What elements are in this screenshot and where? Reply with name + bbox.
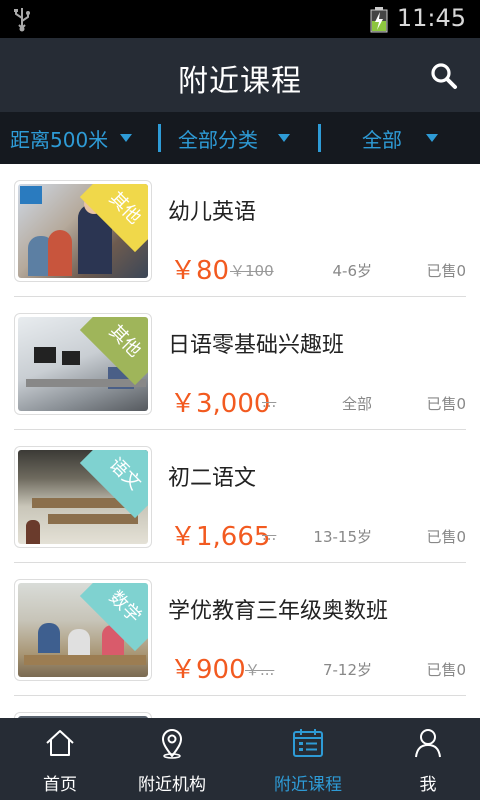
filter-all-dropdown[interactable]: 全部	[362, 112, 438, 164]
course-item[interactable]: 语文 初二语文 ￥1,665 ... 13-15岁 已售0	[0, 430, 480, 563]
battery-charging-icon	[370, 7, 388, 33]
tab-home[interactable]: 首页	[0, 718, 120, 800]
filter-distance-dropdown[interactable]: 距离500米	[10, 112, 133, 164]
filter-divider	[318, 124, 321, 152]
course-price: ￥900	[170, 655, 246, 685]
course-thumbnail: 语文	[14, 446, 152, 548]
sold-count: 已售0	[426, 661, 466, 679]
original-price: ￥100	[230, 262, 274, 280]
usb-icon	[14, 8, 30, 32]
tab-label: 附近机构	[138, 775, 206, 795]
course-thumbnail: 其他	[14, 313, 152, 415]
age-range: 13-15岁	[313, 528, 372, 546]
age-range: 4-6岁	[332, 262, 373, 280]
course-item[interactable]: 其他 日语零基础兴趣班 ￥3,000 ... 全部 已售0	[0, 297, 480, 430]
calendar-list-icon	[293, 729, 323, 757]
tab-nearby-courses[interactable]: 附近课程	[248, 718, 368, 800]
tab-label: 附近课程	[274, 775, 342, 795]
age-range: 7-12岁	[322, 661, 372, 679]
dropdown-arrow-icon	[278, 134, 290, 142]
search-icon[interactable]	[430, 62, 458, 90]
filter-category-dropdown[interactable]: 全部分类	[178, 112, 290, 164]
course-price: ￥3,000	[170, 389, 271, 419]
course-name: 日语零基础兴趣班	[168, 333, 345, 358]
course-name: 学优教育三年级奥数班	[168, 599, 389, 624]
filter-distance-label: 距离500米	[10, 127, 109, 152]
tab-label: 我	[419, 775, 437, 795]
dropdown-arrow-icon	[426, 134, 438, 142]
sold-count: 已售0	[426, 262, 466, 280]
location-pin-icon	[161, 729, 183, 759]
page-title: 附近课程	[178, 64, 302, 99]
tab-me[interactable]: 我	[368, 718, 480, 800]
course-thumbnail: 数学	[14, 579, 152, 681]
filter-all-label: 全部	[362, 127, 402, 152]
home-icon	[46, 730, 74, 756]
tab-label: 首页	[43, 775, 77, 795]
course-item[interactable]: 数学 学优教育三年级奥数班 ￥900 ￥... 7-12岁 已售0	[0, 563, 480, 696]
course-item[interactable]: 其他 幼儿英语 ￥80 ￥100 4-6岁 已售0	[0, 164, 480, 297]
course-name: 幼儿英语	[168, 200, 257, 225]
app-bar: 附近课程	[0, 38, 480, 112]
status-bar: 11:45	[0, 0, 480, 38]
course-item[interactable]	[0, 696, 480, 718]
filter-bar: 距离500米 全部分类 全部	[0, 112, 480, 164]
course-price: ￥80	[170, 256, 230, 286]
sold-count: 已售0	[426, 528, 466, 546]
course-price: ￥1,665	[170, 522, 271, 552]
bottom-tab-bar: 首页 附近机构 附近课程 我	[0, 718, 480, 800]
tab-nearby-institutions[interactable]: 附近机构	[112, 718, 232, 800]
clock: 11:45	[396, 4, 466, 32]
course-name: 初二语文	[168, 466, 257, 491]
filter-divider	[158, 124, 161, 152]
course-list[interactable]: 其他 幼儿英语 ￥80 ￥100 4-6岁 已售0 其他 日语零基础兴趣班 ￥3…	[0, 164, 480, 718]
sold-count: 已售0	[426, 395, 466, 413]
age-range: 全部	[341, 395, 372, 413]
original-price: ...	[262, 393, 277, 411]
dropdown-arrow-icon	[120, 134, 133, 142]
course-thumbnail: 其他	[14, 180, 152, 282]
original-price: ￥...	[245, 661, 275, 679]
original-price: ...	[262, 526, 277, 544]
filter-category-label: 全部分类	[178, 127, 258, 152]
person-icon	[415, 729, 441, 758]
